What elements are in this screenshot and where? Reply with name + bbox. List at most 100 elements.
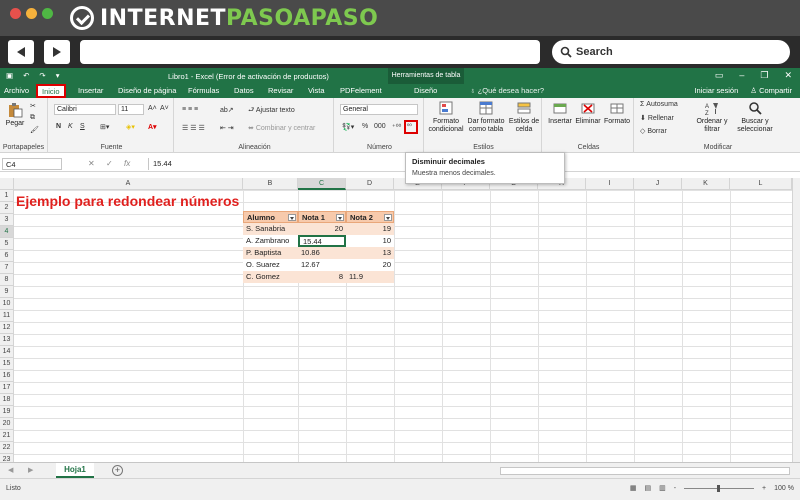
table-cell[interactable]: O. Suarez — [243, 259, 298, 271]
close-icon[interactable]: ✕ — [784, 70, 792, 81]
currency-icon[interactable]: 💱▾ — [342, 123, 354, 131]
table-cell[interactable]: 8 — [298, 271, 346, 283]
table-cell[interactable]: 19 — [346, 223, 394, 235]
tab-insertar[interactable]: Insertar — [78, 86, 103, 95]
orientation-icon[interactable]: ab↗ — [220, 106, 234, 114]
row-header[interactable]: 7 — [0, 262, 14, 274]
horizontal-scrollbar[interactable] — [500, 467, 790, 475]
row-header[interactable]: 16 — [0, 370, 14, 382]
sort-filter-button[interactable]: AZ Ordenar y filtrar — [692, 100, 732, 134]
ribbon-display-icon[interactable]: ▭ — [715, 70, 724, 81]
col-header-i[interactable]: I — [586, 178, 634, 190]
search-box[interactable]: Search — [552, 40, 790, 64]
filter-dropdown-icon[interactable] — [384, 214, 392, 221]
indent-icon[interactable]: ⇤ ⇥ — [220, 124, 234, 132]
zoom-in-button[interactable]: + — [762, 485, 766, 492]
row-header[interactable]: 14 — [0, 346, 14, 358]
col-header-d[interactable]: D — [346, 178, 394, 190]
row-header[interactable]: 1 — [0, 190, 14, 202]
insert-function-button[interactable]: fx — [124, 159, 130, 168]
col-header-l[interactable]: L — [730, 178, 792, 190]
fill-button[interactable]: ⬇ Rellenar — [640, 114, 674, 122]
page-break-icon[interactable]: ▥ — [659, 484, 666, 492]
table-cell[interactable]: 13 — [346, 247, 394, 259]
table-header-alumno[interactable]: Alumno — [243, 211, 298, 223]
row-header[interactable]: 11 — [0, 310, 14, 322]
conditional-format-button[interactable]: Formato condicional — [428, 100, 464, 134]
save-icon[interactable]: ▣ — [6, 71, 13, 80]
vertical-scrollbar[interactable] — [792, 178, 800, 462]
row-header[interactable]: 19 — [0, 406, 14, 418]
borders-icon[interactable]: ⊞▾ — [100, 123, 109, 131]
tab-inicio[interactable]: Inicio — [36, 84, 66, 98]
increase-decimal-icon[interactable]: ⁺⁰⁰ — [392, 123, 401, 131]
filter-dropdown-icon[interactable] — [288, 214, 296, 221]
tab-formulas[interactable]: Fórmulas — [188, 86, 219, 95]
sheet-title-cell[interactable]: Ejemplo para redondear números — [16, 193, 239, 209]
row-header[interactable]: 15 — [0, 358, 14, 370]
grow-font-icon[interactable]: A˄ — [148, 105, 157, 112]
table-header-nota2[interactable]: Nota 2 — [346, 211, 394, 223]
insert-cells-button[interactable]: Insertar — [546, 100, 574, 126]
table-header-nota1[interactable]: Nota 1 — [298, 211, 346, 223]
sheet-tab-hoja1[interactable]: Hoja1 — [56, 463, 94, 478]
cell-styles-button[interactable]: Estilos de celda — [508, 100, 540, 134]
shrink-font-icon[interactable]: A˅ — [160, 105, 169, 112]
row-header[interactable]: 20 — [0, 418, 14, 430]
tab-vista[interactable]: Vista — [308, 86, 325, 95]
table-cell[interactable]: 11.9 — [346, 271, 394, 283]
col-header-a[interactable]: A — [14, 178, 243, 190]
font-name-select[interactable]: Calibri — [54, 104, 116, 115]
worksheet-grid[interactable]: A B C D E F G H I J K L 1234567891011121… — [0, 178, 800, 466]
font-size-select[interactable]: 11 — [118, 104, 144, 115]
percent-button[interactable]: % — [362, 123, 368, 130]
zoom-out-button[interactable]: - — [674, 485, 676, 492]
autosum-button[interactable]: Σ Autosuma — [640, 101, 678, 108]
normal-view-icon[interactable]: ▦ — [630, 484, 637, 492]
table-cell[interactable]: 10.86 — [298, 247, 346, 259]
row-header[interactable]: 3 — [0, 214, 14, 226]
minimize-dot[interactable] — [26, 8, 37, 19]
col-header-c[interactable]: C — [298, 178, 346, 190]
paste-button[interactable]: Pegar — [4, 102, 26, 128]
add-sheet-button[interactable]: + — [112, 465, 123, 476]
forward-button[interactable] — [44, 40, 70, 64]
zoom-thumb[interactable] — [717, 484, 721, 492]
next-sheet-icon[interactable]: ▶ — [28, 466, 33, 474]
back-button[interactable] — [8, 40, 34, 64]
clear-button[interactable]: ◇ Borrar — [640, 127, 667, 135]
col-header-k[interactable]: K — [682, 178, 730, 190]
tab-pdfelement[interactable]: PDFelement — [340, 86, 382, 95]
name-box[interactable]: C4 — [2, 158, 62, 170]
row-header[interactable]: 17 — [0, 382, 14, 394]
tab-diseno[interactable]: Diseño — [414, 86, 437, 95]
col-header-j[interactable]: J — [634, 178, 682, 190]
fill-color-icon[interactable]: ◈▾ — [126, 123, 135, 131]
row-header[interactable]: 2 — [0, 202, 14, 214]
format-painter-icon[interactable]: 🖌 — [30, 126, 39, 134]
row-header[interactable]: 6 — [0, 250, 14, 262]
format-as-table-button[interactable]: Dar formato como tabla — [466, 100, 506, 134]
sign-in-link[interactable]: Iniciar sesión — [694, 86, 738, 95]
row-header[interactable]: 5 — [0, 238, 14, 250]
bold-button[interactable]: N — [56, 123, 61, 130]
row-header[interactable]: 21 — [0, 430, 14, 442]
row-header[interactable]: 18 — [0, 394, 14, 406]
table-cell[interactable]: P. Baptista — [243, 247, 298, 259]
row-header[interactable]: 9 — [0, 286, 14, 298]
share-button[interactable]: ♙ Compartir — [750, 86, 792, 95]
table-cell[interactable]: C. Gomez — [243, 271, 298, 283]
undo-icon[interactable]: ↶ — [23, 71, 29, 80]
font-color-icon[interactable]: A▾ — [148, 123, 157, 131]
find-select-button[interactable]: Buscar y seleccionar — [734, 100, 776, 134]
address-bar[interactable] — [80, 40, 540, 64]
close-dot[interactable] — [10, 8, 21, 19]
page-layout-icon[interactable]: ▤ — [644, 484, 651, 492]
prev-sheet-icon[interactable]: ◀ — [8, 466, 13, 474]
customize-icon[interactable]: ▾ — [56, 71, 60, 80]
align-top-icon[interactable]: ≡ ≡ ≡ — [182, 106, 198, 113]
maximize-dot[interactable] — [42, 8, 53, 19]
italic-button[interactable]: K — [68, 123, 73, 130]
active-cell[interactable]: 15.44 — [298, 235, 346, 247]
format-cells-button[interactable]: Formato — [602, 100, 632, 126]
